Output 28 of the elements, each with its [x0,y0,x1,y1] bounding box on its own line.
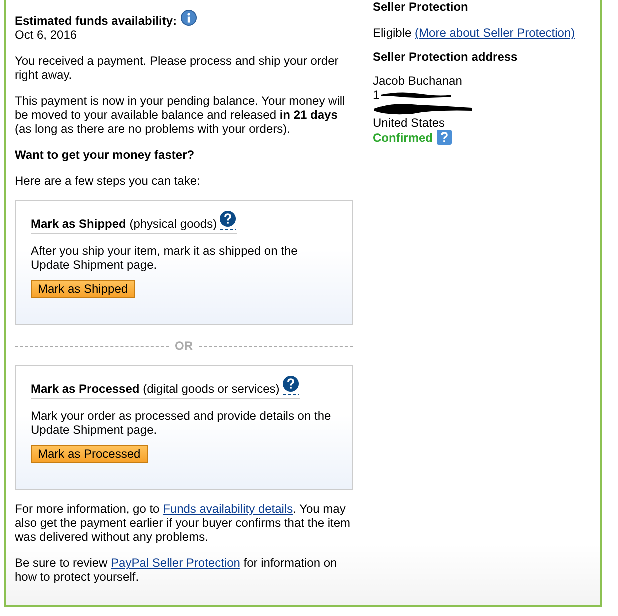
steps-intro: Here are a few steps you can take: [15,174,202,188]
address-country: United States [373,116,446,130]
eligibility-status: Eligible [373,26,412,40]
info-icon[interactable] [181,10,198,26]
paragraph: Be sure to review PayPal Seller Protection for information on how to protect yourself. [15,556,338,584]
funds-date: Oct 6, 2016 [15,28,78,42]
funds-details-link[interactable]: Funds availability details [163,502,294,516]
mark-button[interactable]: Mark as Processed [31,445,148,463]
help-icon[interactable] [219,211,238,231]
paragraph: For more information, go to Funds availability details. You may also get the payment earlier if your buyer confirms that the item was delivered without any problems. [15,502,352,544]
paragraph: You received a payment. Please process and ship your order right away. [15,54,340,82]
funds-label: Estimated funds availability: [15,14,178,28]
or-divider: OR [175,339,193,353]
confirmed-status: Confirmed [373,130,433,144]
section-heading: Want to get your money faster? [15,148,196,162]
section-heading: Seller Protection address [373,50,519,64]
seller-protection-link[interactable]: (More about Seller Protection) [415,26,576,40]
option-description: Mark your order as processed and provide details on the Update Shipment page. [31,409,332,437]
option-title: Mark as Processed (digital goods or services) [31,382,280,396]
option-title: Mark as Shipped (physical goods) [31,217,218,231]
option-description: After you ship your item, mark it as shipped on the Update Shipment page. [31,244,299,272]
seller-protection-link[interactable]: PayPal Seller Protection [111,556,240,570]
paragraph: This payment is now in your pending balance. Your money will be moved to your available balance and released in 21 days (as long as there are no problems with your orders). [15,94,346,136]
mark-button[interactable]: Mark as Shipped [31,280,136,298]
address-line: 1 [373,88,380,102]
address-name: Jacob Buchanan [373,74,464,88]
help-icon[interactable] [282,376,300,396]
section-heading: Seller Protection [373,0,470,14]
